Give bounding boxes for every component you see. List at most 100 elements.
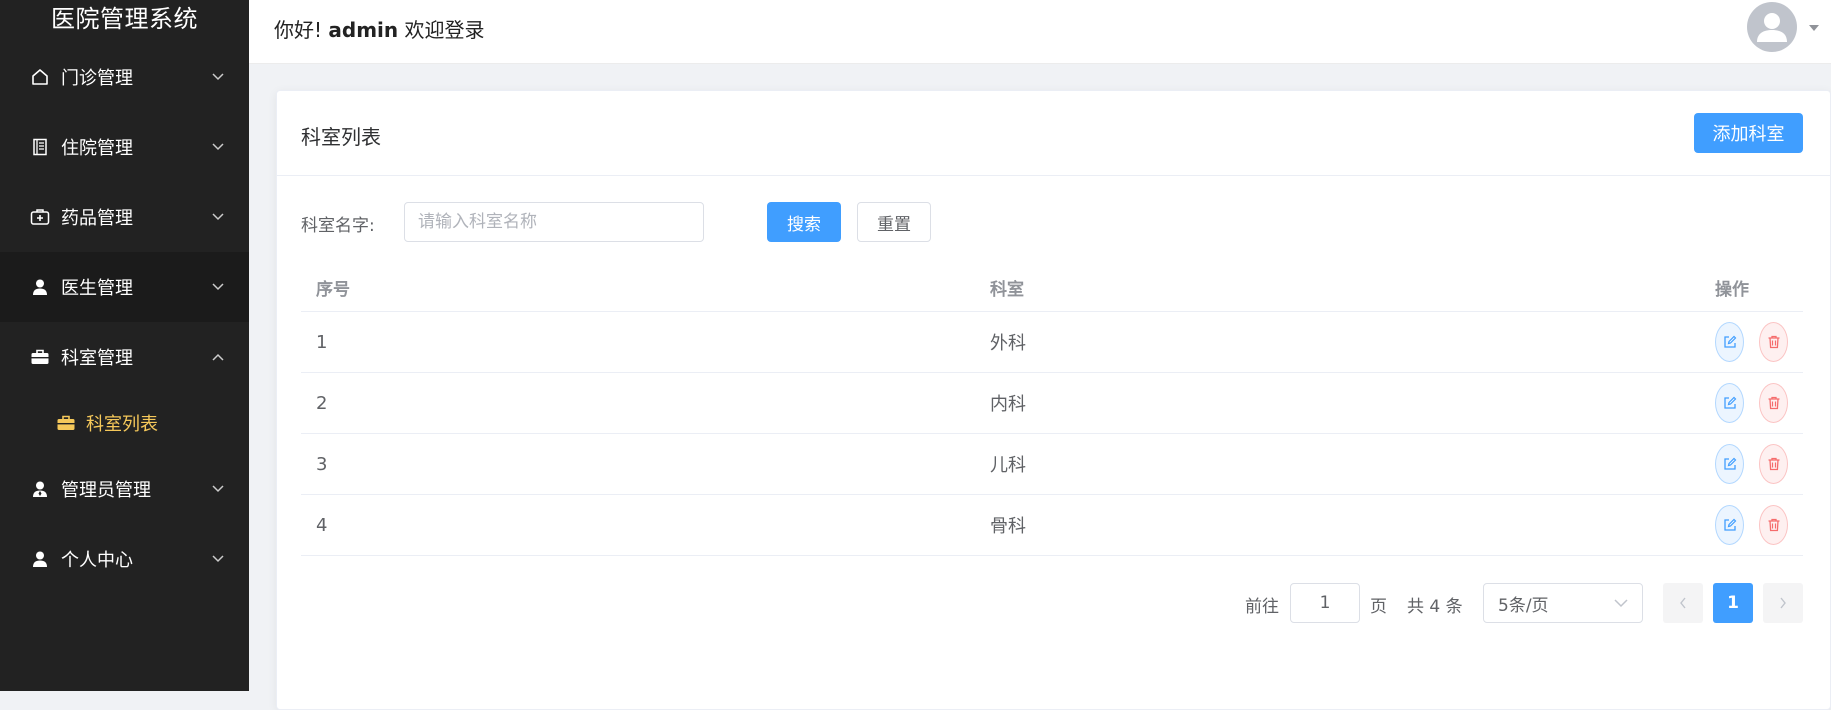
- sidebar-item-inpatient[interactable]: 住院管理: [0, 112, 249, 182]
- row-actions: [1679, 322, 1803, 362]
- row-department: 骨科: [990, 516, 1026, 537]
- edit-button[interactable]: [1715, 444, 1744, 484]
- edit-button[interactable]: [1715, 322, 1744, 362]
- delete-button[interactable]: [1759, 383, 1788, 423]
- search-label: 科室名字:: [301, 216, 375, 236]
- row-department: 外科: [990, 333, 1026, 354]
- table-row: 3 儿科: [301, 434, 1803, 495]
- delete-button[interactable]: [1759, 505, 1788, 545]
- row-actions: [1679, 383, 1803, 423]
- row-actions: [1679, 444, 1803, 484]
- delete-button[interactable]: [1759, 444, 1788, 484]
- user-icon: [29, 276, 51, 298]
- row-actions: [1679, 505, 1803, 545]
- trash-icon: [1768, 396, 1779, 410]
- row-index: 3: [316, 453, 328, 475]
- caret-down-icon[interactable]: [1809, 24, 1819, 32]
- chevron-right-icon: [1780, 597, 1786, 609]
- greeting-prefix: 你好!: [274, 18, 323, 42]
- row-department: 内科: [990, 394, 1026, 415]
- chevron-down-icon: [211, 70, 225, 84]
- table-row: 4 骨科: [301, 495, 1803, 556]
- document-icon: [29, 136, 51, 158]
- welcome-message: 你好! admin 欢迎登录: [274, 14, 485, 43]
- sidebar-item-outpatient[interactable]: 门诊管理: [0, 42, 249, 112]
- avatar-user-icon: [1757, 13, 1787, 42]
- delete-button[interactable]: [1759, 322, 1788, 362]
- edit-button[interactable]: [1715, 505, 1744, 545]
- user-icon: [29, 478, 51, 500]
- sidebar-item-profile[interactable]: 个人中心: [0, 524, 249, 594]
- edit-icon: [1723, 335, 1736, 348]
- goto-prefix: 前往: [1245, 597, 1279, 617]
- search-button[interactable]: 搜索: [767, 202, 841, 242]
- sidebar-item-medicine[interactable]: 药品管理: [0, 182, 249, 252]
- column-header-index: 序号: [316, 279, 350, 300]
- department-table: 序号 科室 操作 1 外科 2 内科 3 儿科 4 骨科: [301, 263, 1803, 556]
- column-header-actions: 操作: [1715, 279, 1749, 300]
- card-header: 科室列表 添加科室: [277, 91, 1830, 176]
- edit-button[interactable]: [1715, 383, 1744, 423]
- add-department-button[interactable]: 添加科室: [1694, 113, 1803, 153]
- sidebar-item-admin[interactable]: 管理员管理: [0, 454, 249, 524]
- edit-icon: [1723, 518, 1736, 531]
- goto-suffix: 页: [1370, 597, 1387, 617]
- sidebar-item-label: 科室管理: [61, 348, 133, 369]
- sidebar-item-doctor[interactable]: 医生管理: [0, 252, 249, 322]
- department-card: 科室列表 添加科室 科室名字: 搜索 重置 序号 科室 操作 1 外科: [276, 90, 1831, 710]
- chevron-up-icon: [211, 350, 225, 364]
- goto-page-input[interactable]: [1290, 583, 1360, 623]
- sidebar: 医院管理系统 门诊管理 住院管理 药品管理 医生管理 科室管理 科室列表 管理员…: [0, 0, 249, 691]
- column-header-department: 科室: [990, 279, 1024, 300]
- table-header: 序号 科室 操作: [301, 263, 1803, 312]
- briefcase-icon: [56, 412, 78, 434]
- trash-icon: [1768, 518, 1779, 532]
- page-size-value: 5条/页: [1498, 595, 1549, 616]
- table-row: 1 外科: [301, 312, 1803, 373]
- sidebar-item-label: 住院管理: [61, 138, 133, 159]
- row-department: 儿科: [990, 455, 1026, 476]
- username: admin: [328, 18, 399, 42]
- total-count: 共 4 条: [1407, 597, 1463, 617]
- chevron-down-icon: [211, 482, 225, 496]
- prev-page-button[interactable]: [1663, 583, 1703, 623]
- row-index: 1: [316, 331, 328, 353]
- trash-icon: [1768, 457, 1779, 471]
- chevron-down-icon: [211, 210, 225, 224]
- edit-icon: [1723, 457, 1736, 470]
- sidebar-item-label: 管理员管理: [61, 480, 151, 501]
- greeting-suffix: 欢迎登录: [404, 18, 485, 42]
- avatar[interactable]: [1747, 2, 1797, 52]
- briefcase-icon: [29, 346, 51, 368]
- reset-button[interactable]: 重置: [857, 202, 931, 242]
- row-index: 4: [316, 514, 328, 536]
- chevron-down-icon: [1614, 599, 1628, 608]
- department-name-input[interactable]: [404, 202, 704, 242]
- chevron-down-icon: [211, 280, 225, 294]
- sidebar-item-label: 门诊管理: [61, 68, 133, 89]
- chevron-down-icon: [211, 552, 225, 566]
- sidebar-item-department[interactable]: 科室管理: [0, 322, 249, 392]
- app-title: 医院管理系统: [51, 5, 198, 33]
- next-page-button[interactable]: [1763, 583, 1803, 623]
- user-icon: [29, 548, 51, 570]
- page-size-select[interactable]: 5条/页: [1483, 583, 1643, 623]
- chevron-down-icon: [211, 140, 225, 154]
- page-number-current[interactable]: 1: [1713, 583, 1753, 623]
- pagination: 前往 页 共 4 条 5条/页 1: [277, 583, 1831, 623]
- home-icon: [29, 66, 51, 88]
- sidebar-item-label: 药品管理: [61, 208, 133, 229]
- page-title: 科室列表: [301, 125, 381, 149]
- edit-icon: [1723, 396, 1736, 409]
- sidebar-subitem-label: 科室列表: [86, 414, 158, 435]
- medkit-icon: [29, 206, 51, 228]
- chevron-left-icon: [1680, 597, 1686, 609]
- search-bar: 科室名字: 搜索 重置: [301, 202, 1001, 242]
- top-header: 你好! admin 欢迎登录: [249, 0, 1831, 64]
- sidebar-item-label: 个人中心: [61, 550, 133, 571]
- sidebar-subitem-department-list[interactable]: 科室列表: [0, 392, 249, 454]
- trash-icon: [1768, 335, 1779, 349]
- sidebar-item-label: 医生管理: [61, 278, 133, 299]
- row-index: 2: [316, 392, 328, 414]
- table-row: 2 内科: [301, 373, 1803, 434]
